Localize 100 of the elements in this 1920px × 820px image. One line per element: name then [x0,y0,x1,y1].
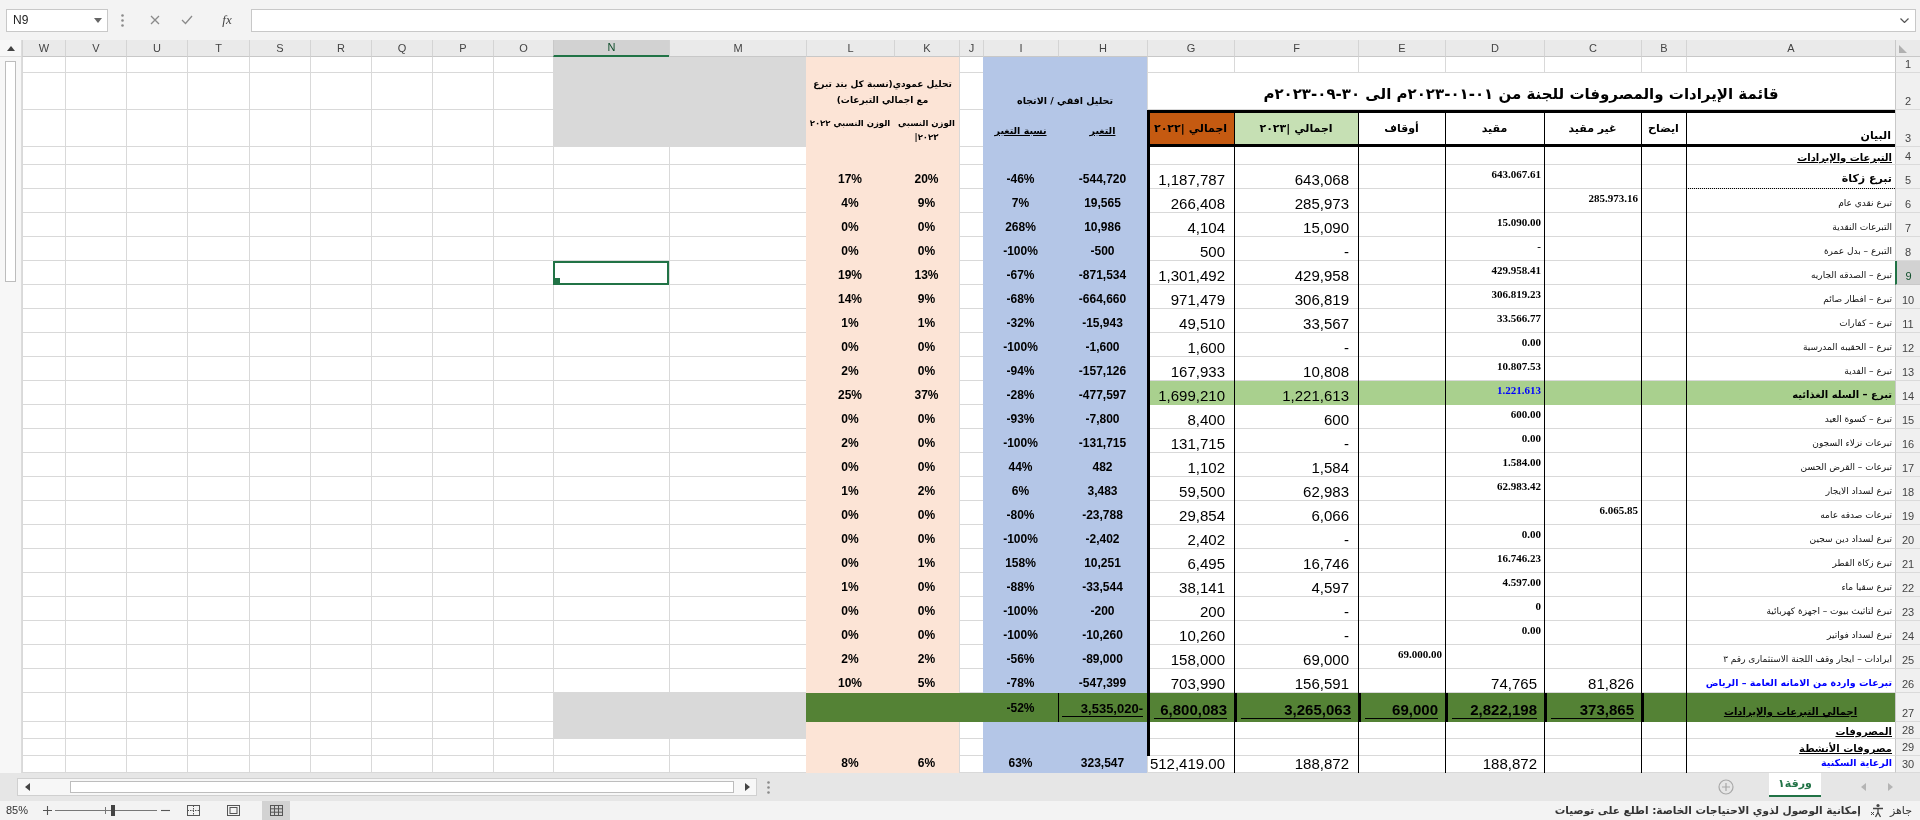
row-header[interactable]: 27 [1895,693,1920,722]
amount: 1,584 [1311,459,1349,476]
name-box[interactable]: N9 [6,8,108,32]
row-header[interactable]: 7 [1895,213,1920,237]
column-header[interactable]: L [806,40,894,57]
row-header[interactable]: 19 [1895,501,1920,525]
select-all-button[interactable] [1895,40,1920,57]
add-sheet-button[interactable] [1716,777,1736,797]
column-header[interactable]: C [1544,40,1641,57]
formula-input[interactable] [251,8,1916,32]
row-header[interactable]: 2 [1895,73,1920,110]
row-header[interactable]: 22 [1895,573,1920,597]
row-header[interactable]: 20 [1895,525,1920,549]
amount: 188,872 [1294,755,1349,772]
up-triangle-icon [6,45,15,51]
column-header[interactable]: A [1686,40,1895,57]
row-header[interactable]: 6 [1895,189,1920,213]
row-header[interactable]: 26 [1895,669,1920,693]
amount: 49,510 [1179,315,1225,332]
column-header[interactable]: V [65,40,126,57]
weight-percent: 0% [917,580,936,594]
row-header[interactable]: 8 [1895,237,1920,261]
horizontal-scrollbar[interactable] [17,778,757,796]
total-amount: 3,265,063 [1241,701,1351,719]
sheet-tab[interactable]: ورقة١ [1769,773,1821,797]
item-label: تبرعات واردة من الامانه العامة – الرياض [1705,676,1892,689]
row-header[interactable]: 15 [1895,405,1920,429]
weight-percent: 1% [917,316,936,330]
column-header[interactable]: O [493,40,553,57]
column-header[interactable]: N [553,40,669,57]
change-amount: -500 [1090,244,1115,258]
plus-icon [42,806,52,815]
insert-function-button[interactable]: fx [205,8,249,32]
column-header[interactable]: M [669,40,806,57]
column-header[interactable]: G [1147,40,1234,57]
row-header[interactable]: 18 [1895,477,1920,501]
amount: 1.584.00 [1502,456,1541,469]
weight-percent: 6% [917,756,936,770]
column-title: التغير [1089,124,1116,137]
weight-percent: 8% [841,756,859,770]
row-header[interactable]: 25 [1895,645,1920,669]
row-header[interactable]: 1 [1895,57,1920,73]
column-header[interactable]: D [1445,40,1544,57]
column-title: مقيد [1481,121,1508,136]
column-header[interactable]: S [249,40,310,57]
section-heading: مصروفات الأنشطة [1799,742,1892,755]
slider-thumb[interactable] [110,805,115,816]
scrollbar-thumb[interactable] [5,61,16,282]
fill-handle[interactable] [555,278,560,283]
row-header[interactable]: 10 [1895,285,1920,309]
checkmark-icon [181,15,193,25]
column-header[interactable]: W [22,40,65,57]
row-header[interactable]: 3 [1895,110,1920,147]
column-header[interactable]: H [1058,40,1147,57]
total-amount: 6,800,083 [1154,701,1227,719]
row-header[interactable]: 30 [1895,756,1920,773]
weight-percent: 25% [838,388,862,402]
row-header[interactable]: 23 [1895,597,1920,621]
row-header[interactable]: 4 [1895,147,1920,165]
vertical-scrollbar[interactable] [0,40,22,773]
column-header[interactable]: I [983,40,1058,57]
column-header[interactable]: Q [371,40,432,57]
column-header[interactable]: F [1234,40,1358,57]
row-header[interactable]: 17 [1895,453,1920,477]
column-header[interactable]: K [894,40,959,57]
row-header[interactable]: 24 [1895,621,1920,645]
row-header[interactable]: 11 [1895,309,1920,333]
row-header[interactable]: 16 [1895,429,1920,453]
column-header[interactable]: U [126,40,187,57]
row-header[interactable]: 14 [1895,381,1920,405]
zoom-level[interactable]: 85% [6,804,32,817]
weight-percent: 0% [917,340,936,354]
row-header[interactable]: 9 [1895,261,1920,285]
row-header[interactable]: 28 [1895,722,1920,739]
column-header[interactable]: T [187,40,249,57]
row-header[interactable]: 21 [1895,549,1920,573]
amount: 131,715 [1170,435,1225,452]
column-header[interactable]: B [1641,40,1686,57]
normal-view-button[interactable] [262,801,290,820]
change-amount: 482 [1092,460,1113,474]
column-header[interactable]: P [432,40,493,57]
accessibility-link[interactable]: إمكانية الوصول لذوي الاحتياجات الخاصة: اطلع على توصيات [1554,804,1861,817]
change-percent: 7% [1011,196,1030,210]
change-amount: -10,260 [1082,628,1123,642]
column-header[interactable]: J [959,40,983,57]
weight-percent: 0% [841,412,859,426]
scrollbar-thumb[interactable] [70,781,734,793]
row-header[interactable]: 5 [1895,165,1920,189]
row-header[interactable]: 29 [1895,739,1920,756]
row-header[interactable]: 12 [1895,333,1920,357]
weight-percent: 1% [841,580,859,594]
zoom-slider[interactable] [55,805,157,816]
column-header[interactable]: E [1358,40,1445,57]
item-label: تبرعات – القرض الحسن [1800,461,1892,473]
total-amount: 2,822,198 [1452,701,1537,719]
row-header[interactable]: 13 [1895,357,1920,381]
zoom-in-button[interactable] [41,804,53,817]
cell-selection-outline[interactable] [553,261,669,285]
vertical-dots-icon [121,13,124,27]
column-header[interactable]: R [310,40,371,57]
